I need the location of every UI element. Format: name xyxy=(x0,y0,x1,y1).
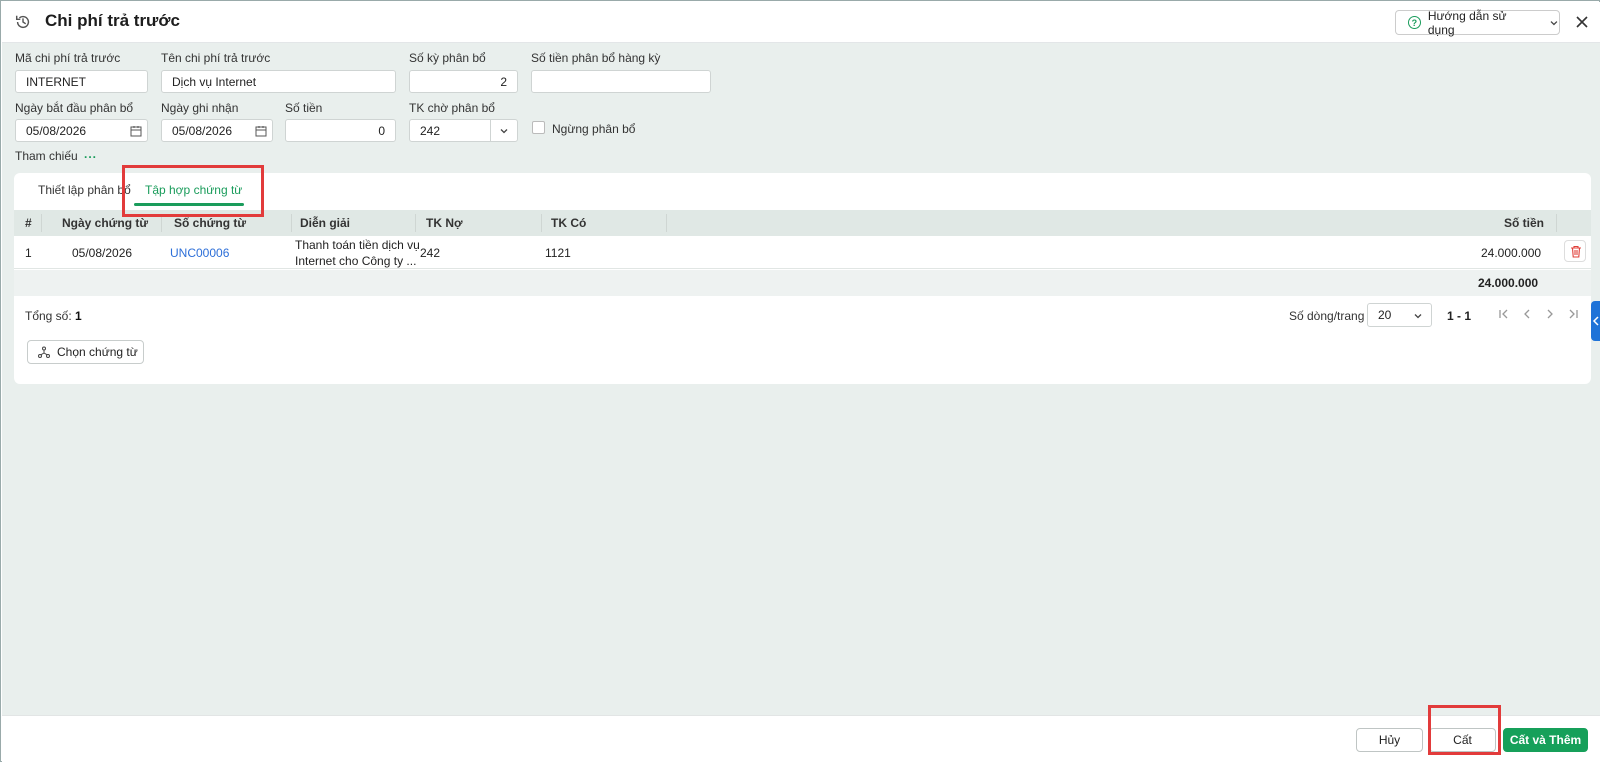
rows-per-page-select[interactable]: 20 xyxy=(1367,303,1432,327)
first-page-icon[interactable] xyxy=(1496,305,1512,323)
table-row[interactable]: 1 05/08/2026 UNC00006 Thanh toán tiền dị… xyxy=(14,236,1591,269)
close-icon[interactable] xyxy=(1572,12,1592,32)
code-label: Mã chi phí trả trước xyxy=(15,51,121,65)
periods-input[interactable]: 2 xyxy=(409,70,518,93)
col-divider xyxy=(1556,214,1557,232)
row-date: 05/08/2026 xyxy=(72,246,133,260)
dialog-header: Chi phí trả trước ? Hướng dẫn sử dụng xyxy=(2,2,1600,43)
reference-label: Tham chiếu xyxy=(15,149,78,163)
record-date-input[interactable]: 05/08/2026 xyxy=(161,119,273,142)
col-index: # xyxy=(25,216,32,230)
stop-allocation-checkbox[interactable] xyxy=(532,121,545,134)
question-circle-icon: ? xyxy=(1408,16,1421,29)
chevron-down-icon xyxy=(1550,20,1558,25)
record-date-value: 05/08/2026 xyxy=(172,123,233,138)
last-page-icon[interactable] xyxy=(1565,305,1581,323)
record-date-label: Ngày ghi nhận xyxy=(161,101,239,115)
chevron-down-icon xyxy=(500,129,508,134)
name-label: Tên chi phí trả trước xyxy=(161,51,271,65)
dialog-footer: Hủy Cất Cất và Thêm xyxy=(2,715,1600,762)
rows-per-page-label: Số dòng/trang xyxy=(1289,309,1365,323)
chevron-down-icon xyxy=(1414,314,1422,319)
row-index: 1 xyxy=(25,246,32,260)
next-page-icon[interactable] xyxy=(1542,305,1558,323)
save-button[interactable]: Cất xyxy=(1429,728,1496,752)
account-value: 242 xyxy=(420,123,441,138)
row-credit: 1121 xyxy=(545,246,571,260)
calendar-icon[interactable] xyxy=(255,125,267,137)
col-amount: Số tiền xyxy=(1504,216,1545,230)
row-desc-line2: Internet cho Công ty ... xyxy=(295,254,417,268)
col-divider xyxy=(541,214,542,232)
start-date-label: Ngày bắt đầu phân bổ xyxy=(15,101,134,115)
period-amount-input[interactable] xyxy=(531,70,711,93)
col-date: Ngày chứng từ xyxy=(62,216,149,230)
row-debit: 242 xyxy=(420,246,441,260)
stop-allocation-label: Ngừng phân bổ xyxy=(552,122,636,136)
total-count: Tổng số: 1 xyxy=(25,309,82,323)
side-panel-toggle[interactable] xyxy=(1591,301,1600,341)
col-debit: TK Nợ xyxy=(426,216,463,230)
chevron-left-icon xyxy=(1592,316,1599,326)
amount-label: Số tiền xyxy=(285,101,323,115)
col-divider xyxy=(291,214,292,232)
choose-vouchers-button[interactable]: Chọn chứng từ xyxy=(27,340,144,364)
cancel-button[interactable]: Hủy xyxy=(1356,728,1423,752)
row-desc-line1: Thanh toán tiền dịch vụ xyxy=(295,238,420,252)
history-icon[interactable] xyxy=(14,13,32,31)
network-icon xyxy=(38,346,50,358)
period-amount-label: Số tiền phân bổ hàng kỳ xyxy=(531,51,661,65)
start-date-value: 05/08/2026 xyxy=(26,123,87,138)
trash-icon xyxy=(1571,245,1581,258)
summary-total-amount: 24.000.000 xyxy=(1478,276,1539,290)
code-input[interactable]: INTERNET xyxy=(15,70,148,93)
start-date-input[interactable]: 05/08/2026 xyxy=(15,119,148,142)
periods-label: Số kỳ phân bổ xyxy=(409,51,486,65)
rows-per-page-value: 20 xyxy=(1378,308,1392,322)
prev-page-icon[interactable] xyxy=(1519,305,1535,323)
details-panel: Thiết lập phân bổ Tập hợp chứng từ # Ngà… xyxy=(14,173,1591,384)
help-button[interactable]: ? Hướng dẫn sử dụng xyxy=(1395,8,1560,37)
page-range: 1 - 1 xyxy=(1447,309,1472,323)
tab-voucher-collection[interactable]: Tập hợp chứng từ xyxy=(145,183,242,197)
active-tab-indicator xyxy=(134,203,244,206)
account-select[interactable]: 242 xyxy=(409,119,518,142)
table-header: # Ngày chứng từ Số chứng từ Diễn giải TK… xyxy=(14,210,1591,236)
col-divider xyxy=(666,214,667,232)
reference-more-link[interactable]: ... xyxy=(84,147,97,161)
select-divider xyxy=(490,120,491,141)
row-amount: 24.000.000 xyxy=(1481,246,1542,260)
calendar-icon[interactable] xyxy=(130,125,142,137)
amount-input[interactable]: 0 xyxy=(285,119,396,142)
name-input[interactable]: Dịch vụ Internet xyxy=(161,70,396,93)
tab-allocation-setup[interactable]: Thiết lập phân bổ xyxy=(38,183,131,197)
col-divider xyxy=(161,214,162,232)
page-title: Chi phí trả trước xyxy=(45,11,180,30)
table-summary-row: 24.000.000 xyxy=(14,270,1591,296)
delete-row-button[interactable] xyxy=(1564,240,1586,262)
save-and-add-button[interactable]: Cất và Thêm xyxy=(1503,728,1588,752)
col-doc-no: Số chứng từ xyxy=(174,216,247,230)
row-doc-no-link[interactable]: UNC00006 xyxy=(170,246,229,260)
total-count-label: Tổng số: xyxy=(25,309,72,323)
help-label: Hướng dẫn sử dụng xyxy=(1427,8,1507,37)
col-divider xyxy=(41,214,42,232)
total-count-value: 1 xyxy=(75,309,82,323)
col-credit: TK Có xyxy=(551,216,587,230)
dialog-window: Chi phí trả trước ? Hướng dẫn sử dụng Mã… xyxy=(0,0,1600,762)
account-label: TK chờ phân bổ xyxy=(409,101,495,115)
col-divider xyxy=(415,214,416,232)
col-desc: Diễn giải xyxy=(300,216,351,230)
choose-vouchers-label: Chọn chứng từ xyxy=(57,345,138,359)
